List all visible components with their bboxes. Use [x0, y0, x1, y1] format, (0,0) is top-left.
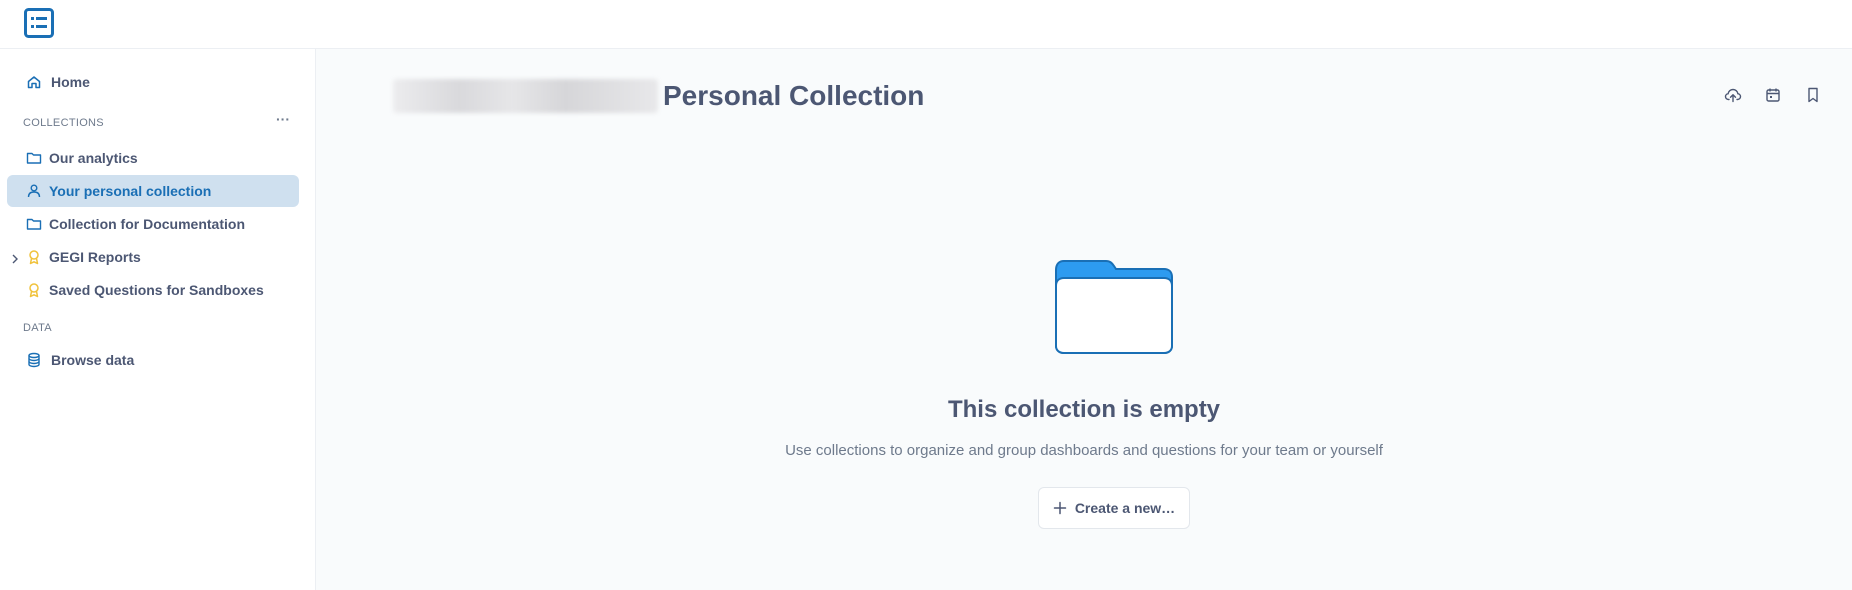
sidebar-item-home[interactable]: Home — [7, 66, 299, 98]
empty-state-title: This collection is empty — [947, 396, 1221, 423]
sidebar-item-label: GEGI Reports — [49, 249, 141, 265]
main-content: Personal Collection This collection is e… — [316, 49, 1852, 590]
sidebar-item-saved-questions-for-sandboxes[interactable]: Saved Questions for Sandboxes — [7, 274, 299, 306]
sidebar-item-label: Browse data — [51, 352, 135, 368]
collections-section-label: COLLECTIONS — [23, 117, 104, 129]
empty-folder-icon — [1055, 260, 1173, 354]
page-title: Personal Collection — [663, 80, 925, 111]
sidebar-item-collection-for-documentation[interactable]: Collection for Documentation — [7, 208, 299, 240]
badge-icon — [29, 250, 39, 265]
sidebar-item-browse-data[interactable]: Browse data — [7, 344, 299, 376]
sidebar-item-our-analytics[interactable]: Our analytics — [7, 142, 299, 174]
blurred-owner-name — [393, 79, 658, 113]
upload-icon[interactable] — [1724, 86, 1742, 104]
sidebar-item-label: Saved Questions for Sandboxes — [49, 282, 264, 298]
sidebar-item-gegi-reports[interactable]: GEGI Reports — [7, 241, 299, 273]
sidebar-item-your-personal-collection[interactable]: Your personal collection — [7, 175, 299, 207]
plus-icon — [1053, 501, 1067, 515]
top-bar — [0, 0, 1852, 49]
calendar-icon[interactable] — [1764, 86, 1782, 104]
database-icon — [28, 352, 40, 368]
folder-icon — [26, 218, 42, 230]
badge-icon — [29, 283, 39, 298]
create-new-button[interactable]: Create a new… — [1038, 487, 1190, 529]
sidebar-item-label: Our analytics — [49, 150, 138, 166]
empty-state-description: Use collections to organize and group da… — [785, 442, 1383, 459]
sidebar-item-label: Your personal collection — [49, 183, 212, 199]
person-icon — [27, 184, 41, 198]
home-icon — [27, 76, 41, 89]
sidebar-item-label: Home — [51, 74, 90, 90]
collections-more-button[interactable]: ··· — [274, 112, 292, 127]
metabase-collection-logo-icon[interactable] — [24, 8, 54, 38]
sidebar-item-label: Collection for Documentation — [49, 216, 245, 232]
folder-icon — [26, 152, 42, 164]
bookmark-icon[interactable] — [1804, 86, 1822, 104]
data-section-label: DATA — [23, 322, 52, 334]
create-new-label: Create a new… — [1074, 500, 1176, 516]
sidebar: Home COLLECTIONS ··· Our analytics Your … — [0, 49, 316, 590]
